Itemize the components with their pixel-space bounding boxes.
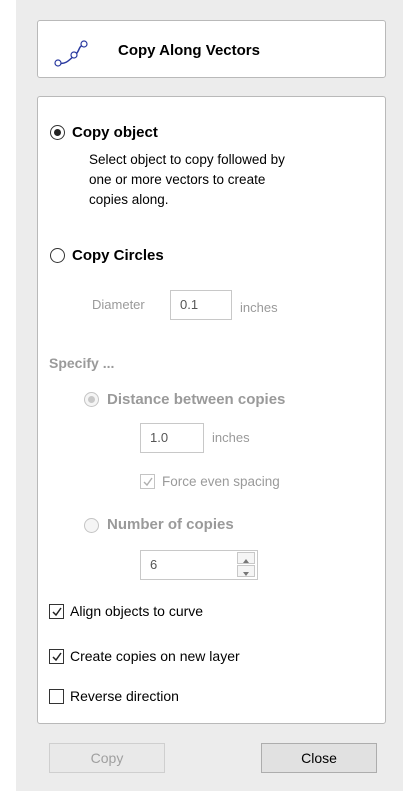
number-of-copies-radio[interactable]	[84, 518, 99, 533]
specify-heading: Specify ...	[49, 355, 115, 371]
distance-between-copies-label[interactable]: Distance between copies	[107, 391, 285, 408]
stepper-up-icon[interactable]	[237, 552, 255, 564]
copy-circles-radio[interactable]	[50, 248, 65, 263]
page-title: Copy Along Vectors	[118, 42, 260, 59]
stepper-down-icon[interactable]	[237, 565, 255, 577]
curve-with-nodes-icon	[50, 31, 90, 74]
number-of-copies-value: 6	[150, 557, 158, 572]
reverse-direction-checkbox[interactable]	[49, 689, 64, 704]
diameter-input[interactable]: 0.1	[170, 290, 232, 320]
create-copies-new-layer-label[interactable]: Create copies on new layer	[70, 648, 240, 664]
distance-input[interactable]: 1.0	[140, 423, 204, 453]
diameter-units: inches	[240, 300, 278, 315]
number-of-copies-label[interactable]: Number of copies	[107, 516, 234, 533]
diameter-label: Diameter	[92, 297, 145, 312]
create-copies-new-layer-checkbox[interactable]	[49, 649, 64, 664]
copy-object-radio[interactable]	[50, 125, 65, 140]
distance-between-copies-radio[interactable]	[84, 392, 99, 407]
copy-object-description-line2: one or more vectors to create	[89, 172, 266, 187]
tool-header: Copy Along Vectors	[37, 20, 386, 78]
close-button[interactable]: Close	[261, 743, 377, 773]
force-even-spacing-checkbox[interactable]	[140, 474, 155, 489]
options-box	[37, 96, 386, 724]
force-even-spacing-label[interactable]: Force even spacing	[162, 474, 280, 489]
copy-object-description-line3: copies along.	[89, 192, 169, 207]
align-objects-checkbox[interactable]	[49, 604, 64, 619]
copy-object-description-line1: Select object to copy followed by	[89, 152, 285, 167]
copy-button[interactable]: Copy	[49, 743, 165, 773]
reverse-direction-label[interactable]: Reverse direction	[70, 688, 179, 704]
copy-circles-label[interactable]: Copy Circles	[72, 247, 164, 264]
copy-object-label[interactable]: Copy object	[72, 124, 158, 141]
align-objects-label[interactable]: Align objects to curve	[70, 603, 203, 619]
distance-units: inches	[212, 430, 250, 445]
